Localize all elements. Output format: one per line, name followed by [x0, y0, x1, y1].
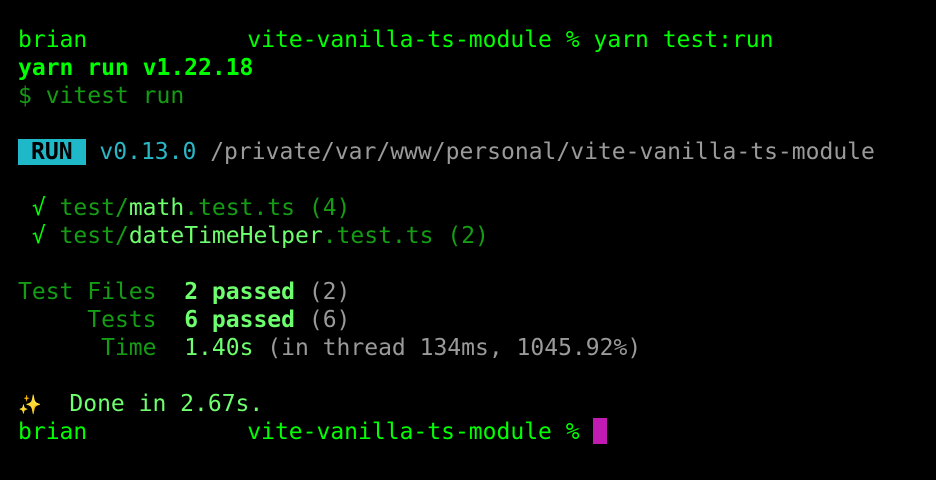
check-icon: √ — [31, 195, 46, 221]
terminal-cursor[interactable] — [593, 418, 608, 444]
prompt-line-2: brian vite-vanilla-ts-module % — [18, 418, 928, 446]
done-text: Done in 2.67s. — [69, 391, 264, 417]
test-dir: test/ — [59, 223, 129, 249]
summary-tests-total: (6) — [308, 307, 351, 333]
command-text: yarn test:run — [593, 27, 774, 53]
run-header: RUN v0.13.0 /private/var/www/personal/vi… — [18, 138, 928, 166]
summary-time-detail: (in thread 134ms, 1045.92%) — [267, 335, 642, 361]
summary-tests-passed: 6 passed — [184, 307, 295, 333]
test-dir: test/ — [59, 195, 129, 221]
prompt-user: brian — [18, 419, 88, 445]
summary-files-row: Test Files 2 passed (2) — [18, 278, 928, 306]
summary-time-label: Time — [101, 335, 157, 361]
test-count: (4) — [308, 195, 351, 221]
prompt-symbol: % — [565, 27, 580, 53]
test-count: (2) — [447, 223, 489, 249]
prompt-directory: vite-vanilla-ts-module — [247, 419, 552, 445]
summary-tests-row: Tests 6 passed (6) — [18, 306, 928, 334]
summary-tests-label: Tests — [87, 307, 157, 333]
redacted-hostname — [87, 418, 247, 446]
vitest-command-line: $ vitest run — [18, 83, 185, 109]
test-file-row: √ test/dateTimeHelper.test.ts (2) — [18, 222, 928, 250]
test-ext: .test.ts — [322, 223, 434, 249]
test-file-row: √ test/math.test.ts (4) — [18, 194, 928, 222]
terminal-window[interactable]: brian vite-vanilla-ts-module % yarn test:… — [18, 26, 928, 446]
test-ext: .test.ts — [184, 195, 295, 221]
prompt-directory: vite-vanilla-ts-module — [247, 27, 552, 53]
redacted-hostname — [87, 26, 247, 54]
prompt-line-1: brian vite-vanilla-ts-module % yarn test:… — [18, 26, 928, 54]
yarn-version-line: yarn run v1.22.18 — [18, 55, 254, 81]
done-line: ✨ Done in 2.67s. — [18, 390, 928, 418]
check-icon: √ — [31, 223, 46, 249]
prompt-user: brian — [18, 27, 88, 53]
summary-time-row: Time 1.40s (in thread 134ms, 1045.92%) — [18, 334, 928, 362]
vitest-version: v0.13.0 — [99, 139, 197, 165]
test-name: math — [128, 195, 185, 221]
summary-files-passed: 2 passed — [184, 279, 295, 305]
summary-files-label: Test Files — [18, 279, 157, 305]
sparkles-icon: ✨ — [18, 394, 42, 416]
test-name: dateTimeHelper — [128, 223, 323, 249]
project-path: /private/var/www/personal/vite-vanilla-t… — [210, 139, 875, 165]
run-badge: RUN — [18, 139, 86, 165]
summary-time-value: 1.40s — [184, 335, 254, 361]
summary-files-total: (2) — [308, 279, 351, 305]
prompt-symbol: % — [565, 419, 580, 445]
